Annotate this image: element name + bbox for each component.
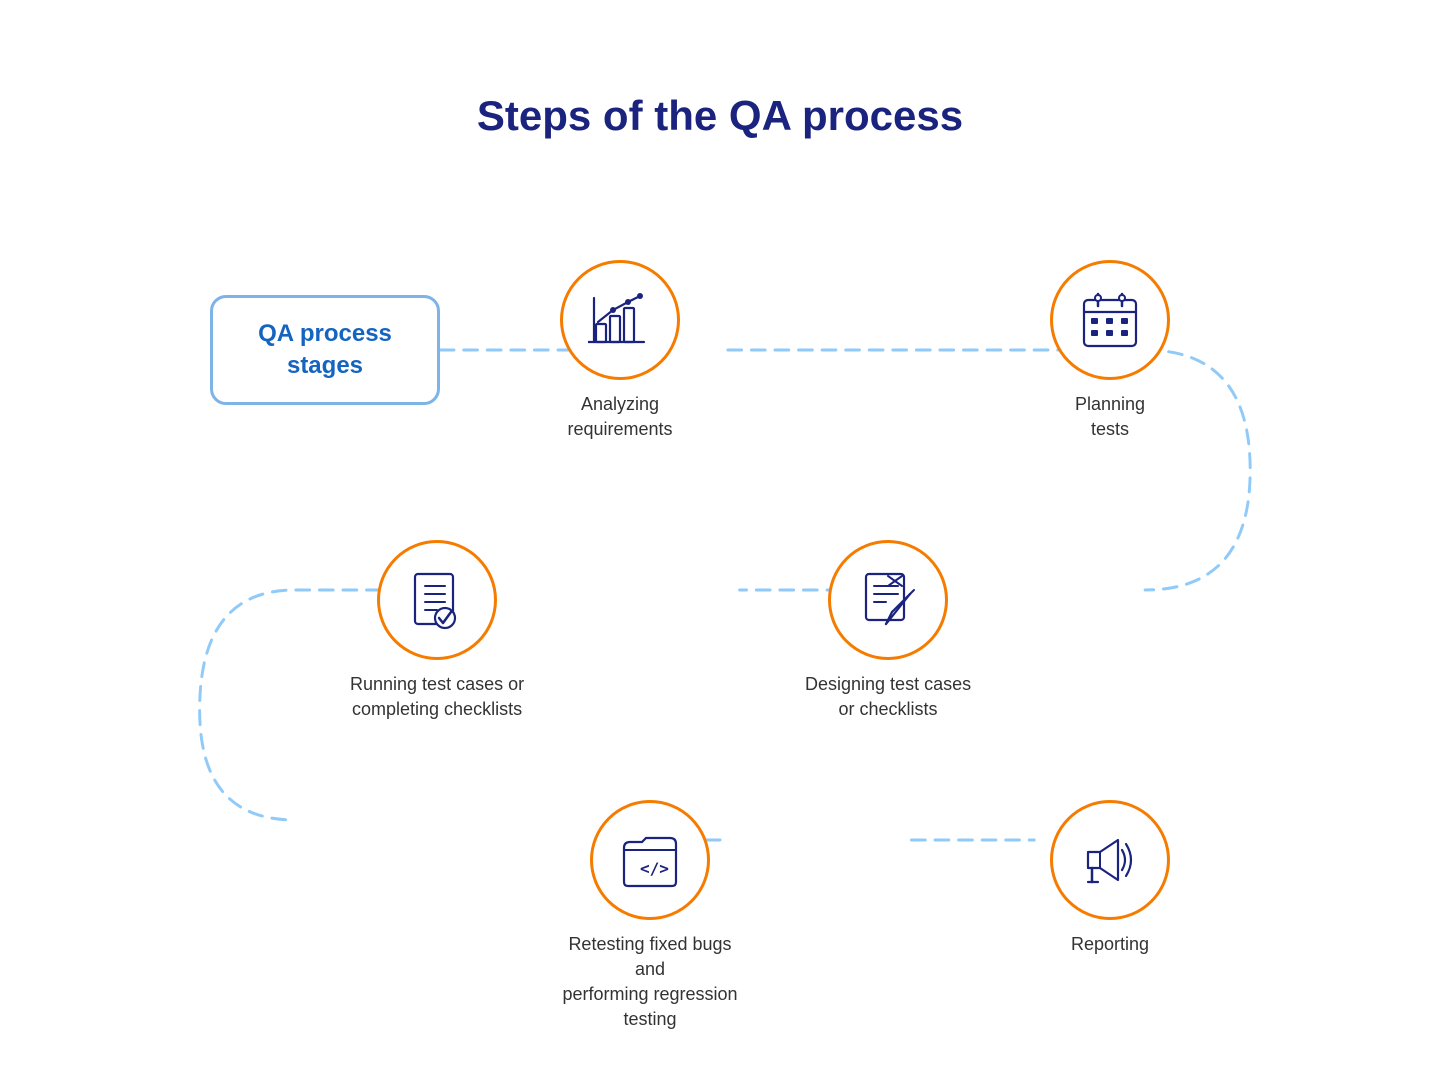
analyzing-icon-circle bbox=[560, 260, 680, 380]
main-container: Steps of the QA process QA processstages bbox=[120, 52, 1320, 1020]
checklist-icon bbox=[405, 568, 469, 632]
designing-label: Designing test casesor checklists bbox=[805, 672, 971, 722]
reporting-label: Reporting bbox=[1071, 932, 1149, 957]
code-folder-icon: </> bbox=[618, 828, 682, 892]
svg-text:</>: </> bbox=[640, 859, 669, 878]
planning-icon-circle bbox=[1050, 260, 1170, 380]
retesting-icon-circle: </> bbox=[590, 800, 710, 920]
step-reporting: Reporting bbox=[1050, 800, 1170, 957]
analyzing-label: Analyzingrequirements bbox=[567, 392, 672, 442]
step-analyzing: Analyzingrequirements bbox=[560, 260, 680, 442]
page-title: Steps of the QA process bbox=[180, 92, 1260, 140]
running-label: Running test cases orcompleting checklis… bbox=[350, 672, 524, 722]
chart-icon bbox=[588, 288, 652, 352]
retesting-label: Retesting fixed bugs andperforming regre… bbox=[560, 932, 740, 1033]
start-box-label: QA processstages bbox=[258, 318, 392, 380]
megaphone-icon bbox=[1078, 828, 1142, 892]
pencil-doc-icon bbox=[856, 568, 920, 632]
start-box: QA processstages bbox=[210, 295, 440, 405]
step-retesting: </> Retesting fixed bugs andperforming r… bbox=[560, 800, 740, 1033]
calendar-icon bbox=[1078, 288, 1142, 352]
reporting-icon-circle bbox=[1050, 800, 1170, 920]
step-designing: Designing test casesor checklists bbox=[805, 540, 971, 722]
running-icon-circle bbox=[377, 540, 497, 660]
planning-label: Planningtests bbox=[1075, 392, 1145, 442]
diagram: QA processstages Analyzingrequiremen bbox=[180, 200, 1260, 980]
step-planning: Planningtests bbox=[1050, 260, 1170, 442]
step-running: Running test cases orcompleting checklis… bbox=[350, 540, 524, 722]
designing-icon-circle bbox=[828, 540, 948, 660]
